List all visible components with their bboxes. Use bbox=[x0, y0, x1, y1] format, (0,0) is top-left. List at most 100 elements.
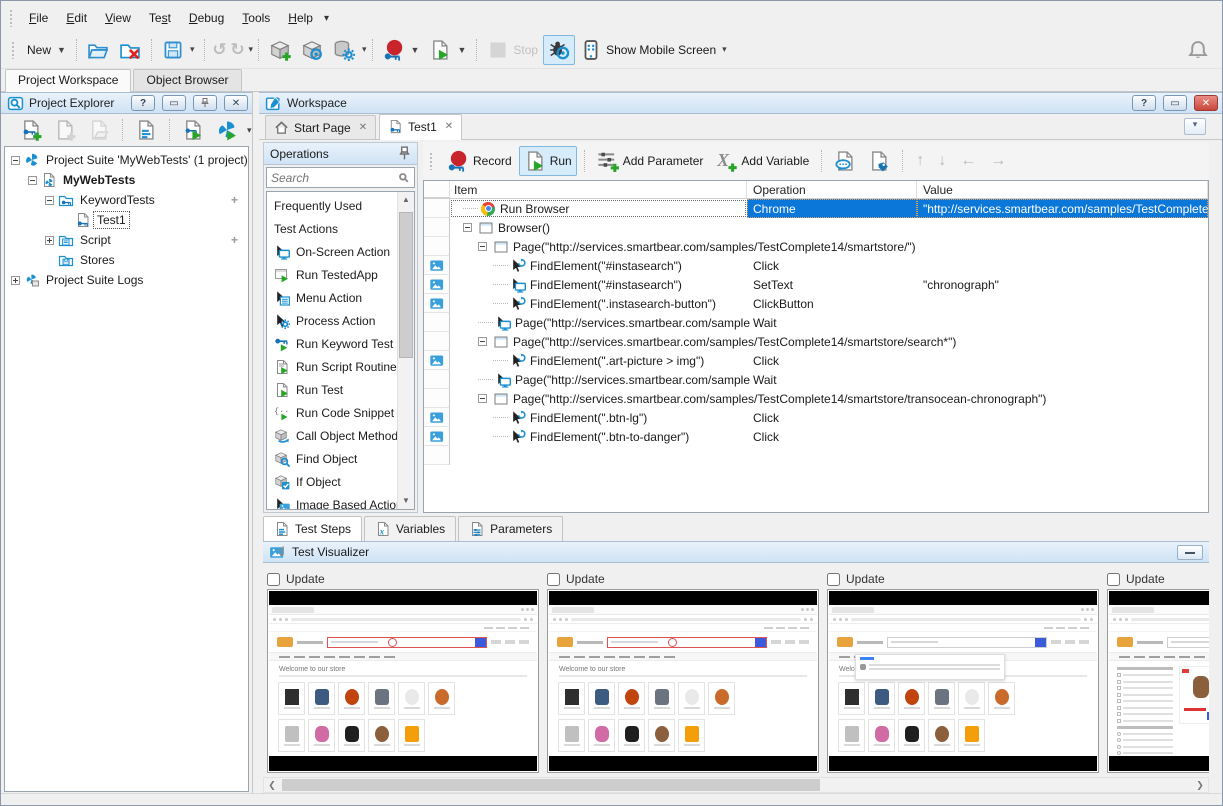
help-button[interactable]: ? bbox=[1132, 95, 1156, 111]
step-item-cell[interactable]: Page("http://services.smartbear.com/samp… bbox=[450, 313, 747, 332]
scroll-down-icon[interactable]: ▼ bbox=[398, 493, 414, 509]
test-step-row[interactable]: Run BrowserChrome"http://services.smartb… bbox=[424, 199, 1208, 218]
menu-help[interactable]: Help bbox=[279, 8, 322, 28]
step-item-cell[interactable]: Page("http://services.smartbear.com/samp… bbox=[450, 370, 747, 389]
menu-tools[interactable]: Tools bbox=[233, 8, 279, 28]
column-header-item[interactable]: Item bbox=[450, 181, 747, 198]
tree-expander-icon[interactable] bbox=[463, 223, 472, 232]
toolbar-grip[interactable] bbox=[11, 41, 16, 59]
step-value-cell[interactable]: "chronograph" bbox=[917, 275, 1208, 294]
data-generator-button[interactable] bbox=[328, 35, 360, 65]
tree-item-script[interactable]: Script+ bbox=[5, 230, 248, 250]
show-mobile-screen-button[interactable]: Show Mobile Screen ▾ bbox=[575, 35, 732, 65]
redo-icon[interactable]: ↻ bbox=[228, 42, 246, 58]
step-operation-cell[interactable] bbox=[747, 218, 917, 237]
operation-item-on-screen-action[interactable]: On-Screen Action bbox=[267, 240, 397, 263]
step-item-cell[interactable]: FindElement(".btn-lg") bbox=[450, 408, 747, 427]
add-object-button[interactable] bbox=[264, 35, 296, 65]
add-item-button[interactable] bbox=[49, 115, 81, 145]
update-checkbox[interactable] bbox=[827, 573, 840, 586]
step-item-cell[interactable]: Page("http://services.smartbear.com/samp… bbox=[450, 237, 747, 256]
test-step-row[interactable]: Page("http://services.smartbear.com/samp… bbox=[424, 332, 1208, 351]
run-project-button[interactable] bbox=[177, 115, 209, 145]
test-step-row[interactable]: FindElement(".instasearch-button")ClickB… bbox=[424, 294, 1208, 313]
add-child-affordance[interactable]: + bbox=[231, 233, 238, 247]
tree-expander-icon[interactable] bbox=[45, 196, 54, 205]
add-parameter-button[interactable]: Add Parameter bbox=[592, 146, 709, 176]
tree-item-mywebtests[interactable]: MyWebTests bbox=[5, 170, 248, 190]
close-project-button[interactable] bbox=[114, 35, 146, 65]
move-down-icon[interactable]: ↓ bbox=[932, 152, 952, 170]
editor-tab-test-steps[interactable]: Test Steps bbox=[263, 516, 362, 541]
chevron-down-icon[interactable]: ▾ bbox=[247, 125, 252, 136]
menu-test[interactable]: Test bbox=[140, 8, 180, 28]
editor-toolbar-grip[interactable] bbox=[429, 152, 434, 170]
selector-tab-object-browser[interactable]: Object Browser bbox=[133, 69, 241, 91]
test-step-row[interactable]: FindElement(".btn-lg")Click bbox=[424, 408, 1208, 427]
operation-category-frequently-used[interactable]: Frequently Used bbox=[267, 194, 397, 217]
enable-debugging-button[interactable] bbox=[543, 35, 575, 65]
step-operation-cell[interactable]: Wait bbox=[747, 370, 917, 389]
test-step-row[interactable]: FindElement("#instasearch")Click bbox=[424, 256, 1208, 275]
visualizer-scrollbar[interactable]: ❮ ❯ bbox=[263, 777, 1209, 793]
operation-item-run-keyword-test[interactable]: Run Keyword Test bbox=[267, 332, 397, 355]
restore-panel-button[interactable]: ▭ bbox=[1163, 95, 1187, 111]
tree-item-project-suite-logs[interactable]: Project Suite Logs bbox=[5, 270, 248, 290]
run-toolbar-button[interactable]: ▼ bbox=[424, 35, 471, 65]
close-tab-icon[interactable]: ✕ bbox=[359, 122, 367, 133]
step-item-cell[interactable]: FindElement(".art-picture > img") bbox=[450, 351, 747, 370]
menu-file[interactable]: File bbox=[20, 8, 57, 28]
column-header-operation[interactable]: Operation bbox=[747, 181, 917, 198]
editor-tab-parameters[interactable]: Parameters bbox=[458, 516, 563, 541]
editor-tab-variables[interactable]: xVariables bbox=[364, 516, 456, 541]
menubar-grip[interactable] bbox=[9, 9, 14, 27]
menubar-overflow-icon[interactable]: ▾ bbox=[324, 13, 329, 24]
step-operation-cell[interactable]: Chrome bbox=[747, 199, 917, 218]
step-operation-cell[interactable]: Click bbox=[747, 408, 917, 427]
operation-item-run-code-snippet[interactable]: {···}Run Code Snippet bbox=[267, 401, 397, 424]
tree-expander-icon[interactable] bbox=[478, 394, 487, 403]
update-checkbox[interactable] bbox=[1107, 573, 1120, 586]
menu-edit[interactable]: Edit bbox=[57, 8, 96, 28]
pin-panel-button[interactable] bbox=[193, 95, 217, 111]
menu-debug[interactable]: Debug bbox=[180, 8, 233, 28]
step-value-cell[interactable] bbox=[917, 237, 1208, 256]
step-value-cell[interactable] bbox=[917, 408, 1208, 427]
add-comment-button[interactable] bbox=[829, 146, 861, 176]
new-button[interactable]: New ▼ bbox=[22, 39, 71, 61]
add-new-item-button[interactable] bbox=[15, 115, 47, 145]
tree-item-keywordtests[interactable]: KeywordTests+ bbox=[5, 190, 248, 210]
step-item-cell[interactable]: Run Browser bbox=[450, 199, 747, 218]
test-step-row[interactable]: Page("http://services.smartbear.com/samp… bbox=[424, 237, 1208, 256]
operation-item-if-object[interactable]: If Object bbox=[267, 470, 397, 493]
tree-item-test1[interactable]: Test1 bbox=[5, 210, 248, 230]
close-panel-button[interactable]: ✕ bbox=[1194, 95, 1218, 111]
operation-category-test-actions[interactable]: Test Actions bbox=[267, 217, 397, 240]
step-value-cell[interactable] bbox=[917, 351, 1208, 370]
scroll-up-icon[interactable]: ▲ bbox=[398, 192, 414, 208]
search-input[interactable] bbox=[267, 171, 397, 185]
test-step-row[interactable]: Page("http://services.smartbear.com/samp… bbox=[424, 313, 1208, 332]
step-operation-cell[interactable]: Click bbox=[747, 351, 917, 370]
step-value-cell[interactable]: "http://services.smartbear.com/samples/T… bbox=[917, 199, 1208, 218]
doc-tab-start-page[interactable]: Start Page✕ bbox=[265, 115, 376, 139]
step-item-cell[interactable]: FindElement(".instasearch-button") bbox=[450, 294, 747, 313]
stop-button[interactable]: Stop bbox=[482, 35, 543, 65]
tree-expander-icon[interactable] bbox=[478, 242, 487, 251]
step-value-cell[interactable] bbox=[917, 256, 1208, 275]
open-item-button[interactable] bbox=[83, 115, 115, 145]
step-item-cell[interactable]: FindElement(".btn-to-danger") bbox=[450, 427, 747, 446]
step-operation-cell[interactable]: Wait bbox=[747, 313, 917, 332]
record-button[interactable]: Record bbox=[442, 146, 517, 176]
add-label-button[interactable] bbox=[863, 146, 895, 176]
step-item-cell[interactable]: Browser() bbox=[450, 218, 747, 237]
operation-item-run-test[interactable]: Run Test bbox=[267, 378, 397, 401]
doc-tab-test1[interactable]: Test1✕ bbox=[379, 114, 462, 140]
menu-view[interactable]: View bbox=[96, 8, 140, 28]
scroll-left-icon[interactable]: ❮ bbox=[264, 780, 280, 791]
step-item-cell[interactable]: Page("http://services.smartbear.com/samp… bbox=[450, 332, 747, 351]
tree-item-project-suite-mywebtests-1-project[interactable]: Project Suite 'MyWebTests' (1 project) bbox=[5, 150, 248, 170]
move-right-icon[interactable]: → bbox=[984, 152, 1012, 170]
operation-item-call-object-method[interactable]: Call Object Method bbox=[267, 424, 397, 447]
move-left-icon[interactable]: ← bbox=[954, 152, 982, 170]
